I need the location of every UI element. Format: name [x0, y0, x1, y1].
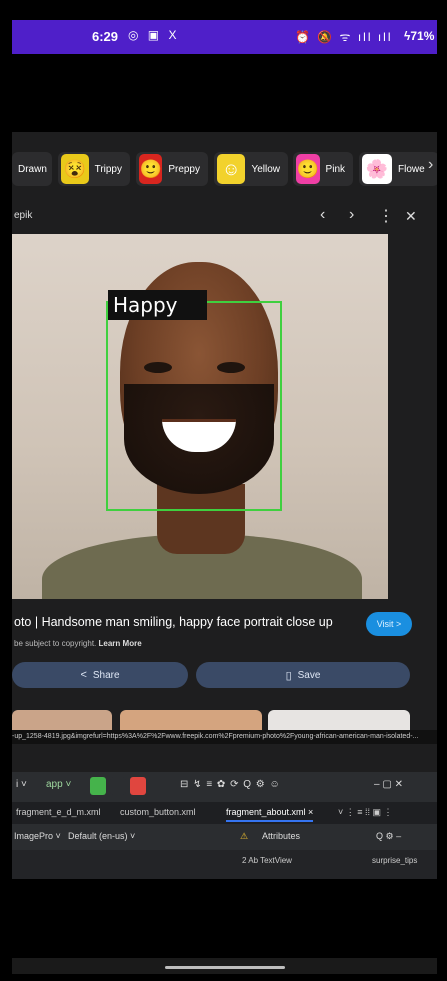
save-label: Save: [297, 669, 321, 681]
attributes-tools[interactable]: Q ⚙ –: [376, 831, 401, 842]
copyright-text: be subject to copyright.: [14, 639, 97, 648]
chip-trippy[interactable]: 😵 Trippy: [58, 152, 130, 186]
chip-thumbnail: ☺: [217, 154, 246, 184]
share-button[interactable]: < Share: [12, 662, 188, 688]
warning-icon[interactable]: ⚠: [240, 831, 248, 842]
chip-flowe[interactable]: 🌸 Flowe: [359, 152, 437, 186]
tabs-overflow-icons[interactable]: ˅ ⋮ ≡ ⁞⁞ ▣ ⋮: [338, 807, 393, 818]
viewer-header: epik ‹ › ⋮ ✕: [12, 202, 437, 232]
share-label: Share: [92, 669, 120, 681]
more-icon[interactable]: ⋮: [378, 206, 394, 226]
status-bar: 6:29 ◎ ▣ X ⏰ 🔕 ᯤ ıll ıll ϟ71%: [12, 20, 437, 54]
theme-select[interactable]: ImagePro ˅: [14, 831, 61, 841]
tab-fragment-about[interactable]: fragment_about.xml ×: [226, 807, 314, 822]
save-button[interactable]: ▯ Save: [196, 662, 410, 688]
layout-editor-bar: ImagePro ˅ Default (en-us) ˅ ⚠ Attribute…: [12, 826, 437, 848]
search-chip-row: Drawn 😵 Trippy 🙂 Preppy ☺ Yellow 🙂 Pink 🌸 Flowe ›: [12, 140, 437, 196]
chip-pink[interactable]: 🙂 Pink: [293, 152, 353, 186]
chip-thumbnail: 😵: [61, 154, 89, 184]
emotion-label: Happy: [108, 290, 207, 320]
chip-label: Pink: [325, 163, 345, 175]
visit-button[interactable]: Visit >: [366, 612, 412, 636]
chip-thumbnail: 🙂: [296, 154, 320, 184]
tab-custom-button[interactable]: custom_button.xml: [120, 807, 196, 817]
window-controls[interactable]: – ▢ ✕: [374, 779, 403, 790]
copyright-notice: be subject to copyright. Learn More: [14, 639, 142, 648]
share-icon: <: [80, 669, 87, 681]
chip-preppy[interactable]: 🙂 Preppy: [136, 152, 208, 186]
stop-button[interactable]: [130, 777, 146, 795]
related-thumb-1[interactable]: [12, 710, 112, 732]
chip-label: Preppy: [168, 163, 200, 175]
ide-tool-icons[interactable]: ⊟ ↯ ≡ ✿ ⟳ Q ⚙ ☺: [180, 779, 281, 790]
image-title: oto | Handsome man smiling, happy face p…: [14, 615, 333, 629]
attributes-row: 2 Ab TextView surprise_tips: [12, 850, 437, 879]
home-indicator[interactable]: [165, 966, 285, 969]
close-icon[interactable]: ✕: [405, 208, 417, 225]
face-detection-box: [106, 301, 282, 511]
attributes-title: Attributes: [262, 831, 301, 841]
status-time: 6:29: [92, 29, 119, 44]
source-label: epik: [14, 210, 33, 221]
result-photo[interactable]: Happy: [12, 234, 388, 599]
ide-toolbar: i ˅ app ˅ ⊟ ↯ ≡ ✿ ⟳ Q ⚙ ☺ – ▢ ✕: [12, 772, 437, 800]
related-thumb-2[interactable]: [120, 710, 262, 732]
ide-menu-toggle[interactable]: i ˅: [16, 779, 27, 790]
chip-drawn[interactable]: Drawn: [12, 152, 52, 186]
monitor-screen: Drawn 😵 Trippy 🙂 Preppy ☺ Yellow 🙂 Pink 🌸 Flowe › e…: [12, 132, 437, 879]
navigation-bar: [12, 958, 437, 974]
url-status-bar: -up_1258-4819.jpg&imgrefurl=https%3A%2F%…: [12, 730, 437, 744]
debug-button[interactable]: [110, 777, 126, 795]
chip-yellow[interactable]: ☺ Yellow: [214, 152, 288, 186]
next-icon[interactable]: ›: [349, 206, 354, 224]
chips-next-icon[interactable]: ›: [428, 156, 433, 174]
component-row[interactable]: 2 Ab TextView: [242, 856, 292, 865]
learn-more-link[interactable]: Learn More: [99, 639, 142, 648]
bookmark-icon: ▯: [285, 669, 292, 682]
tab-fragment-e-d-m[interactable]: fragment_e_d_m.xml: [16, 807, 101, 817]
editor-tabs: fragment_e_d_m.xml custom_button.xml fra…: [12, 802, 437, 824]
app-config-select[interactable]: app ˅: [46, 779, 71, 790]
locale-select[interactable]: Default (en-us) ˅: [68, 831, 135, 841]
prev-icon[interactable]: ‹: [320, 206, 325, 224]
chip-label: Trippy: [94, 163, 122, 175]
system-icons: ⏰ 🔕 ᯤ ıll ıll: [295, 30, 393, 44]
chip-label: Drawn: [18, 163, 47, 175]
chip-label: Yellow: [251, 163, 280, 175]
battery-level: ϟ71%: [404, 29, 435, 43]
run-button[interactable]: [90, 777, 106, 795]
chip-label: Flowe: [398, 163, 425, 175]
ide-window: i ˅ app ˅ ⊟ ↯ ≡ ✿ ⟳ Q ⚙ ☺ – ▢ ✕ fragment…: [12, 772, 437, 879]
attribute-value: surprise_tips: [372, 856, 418, 865]
chip-thumbnail: 🌸: [362, 154, 392, 184]
related-thumb-3[interactable]: [268, 710, 410, 732]
chip-thumbnail: 🙂: [139, 154, 163, 184]
notification-icons: ◎ ▣ X: [128, 28, 180, 42]
